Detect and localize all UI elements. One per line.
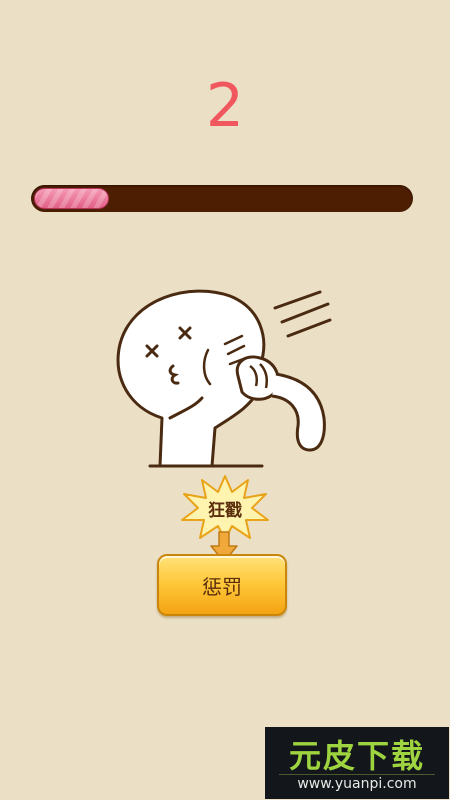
score-counter: 2 (205, 71, 245, 141)
progress-fill (34, 188, 109, 209)
watermark-divider (279, 774, 435, 775)
slapped-character-illustration (116, 289, 332, 468)
progress-bar (31, 185, 413, 212)
watermark-logo: 元皮下载 www.yuanpi.com (265, 727, 449, 799)
watermark-url: www.yuanpi.com (297, 776, 417, 792)
punish-button[interactable]: 惩罚 (157, 554, 287, 616)
watermark-title: 元皮下载 (288, 737, 425, 775)
